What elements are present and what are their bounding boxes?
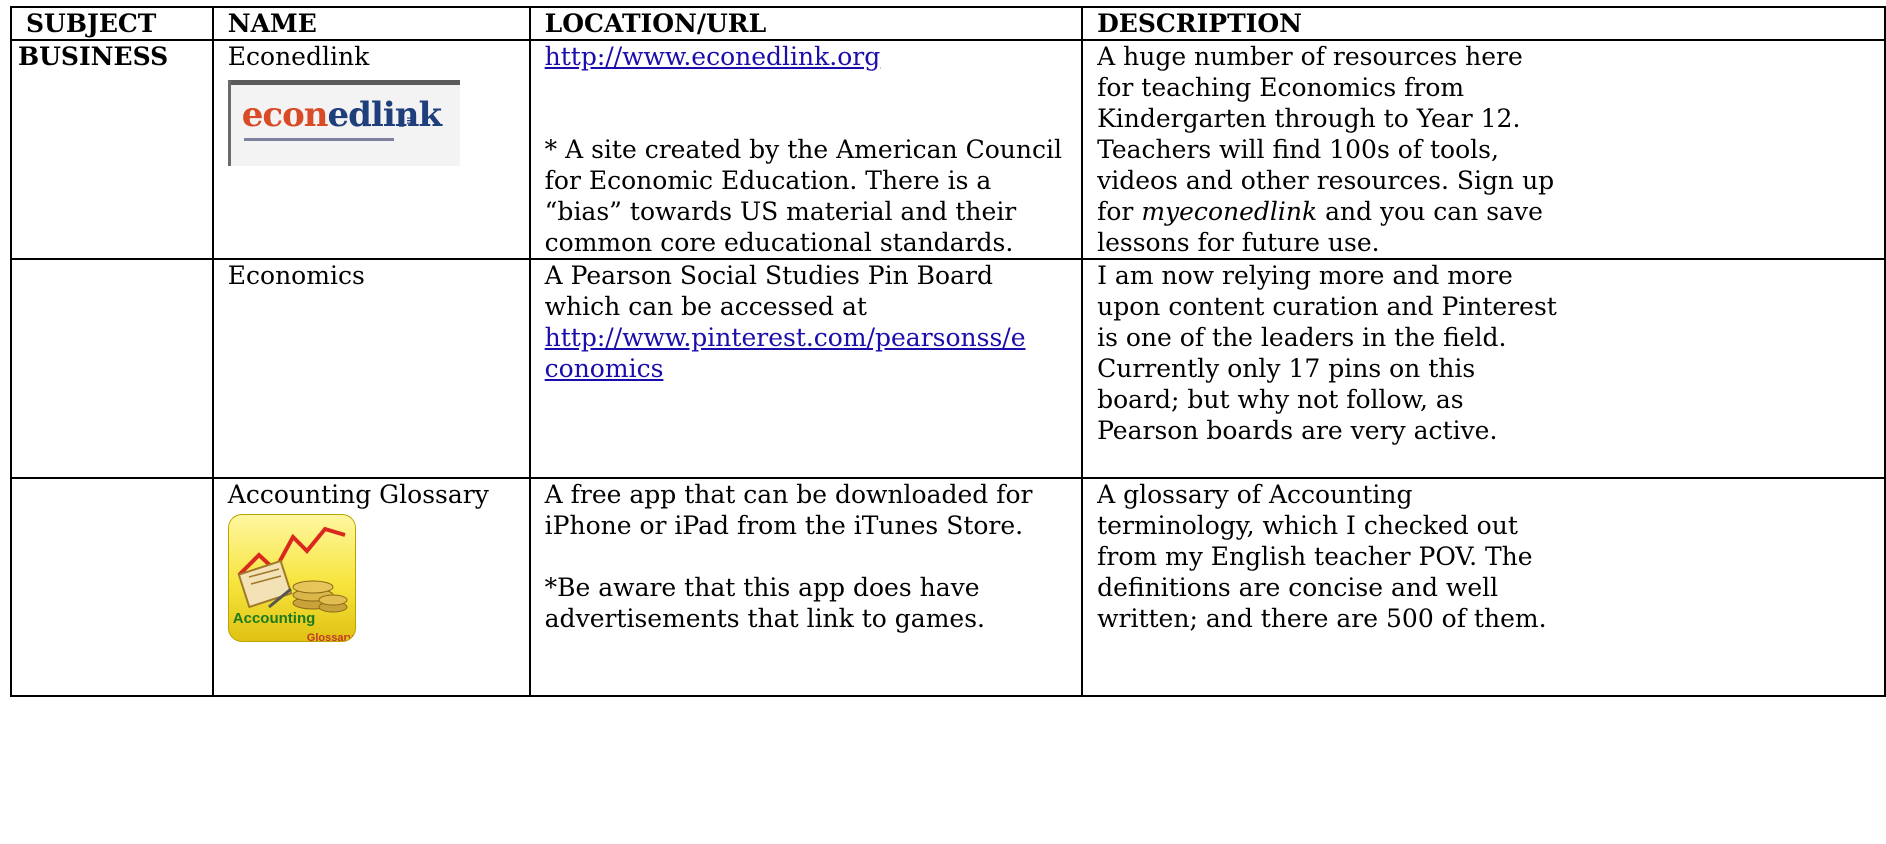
location-line: which can be accessed at xyxy=(544,292,867,321)
description-line: I am now relying more and more xyxy=(1097,261,1513,290)
description-line: Pearson boards are very active. xyxy=(1097,416,1498,445)
header-location: LOCATION/URL xyxy=(528,6,1084,41)
description-line: definitions are concise and well xyxy=(1097,573,1499,602)
description-line: terminology, which I checked out xyxy=(1097,511,1518,540)
location-line: iPhone or iPad from the iTunes Store. xyxy=(544,511,1024,540)
name-cell: Econedlink econedlink ▮≡ xyxy=(211,39,531,260)
description-line: for myeconedlink and you can save xyxy=(1097,197,1543,226)
location-note-line: “bias” towards US material and their xyxy=(544,197,1017,226)
description-line: videos and other resources. Sign up xyxy=(1097,166,1555,195)
location-note-line: advertisements that link to games. xyxy=(544,604,985,633)
description-line: from my English teacher POV. The xyxy=(1097,542,1533,571)
description-line: for teaching Economics from xyxy=(1097,73,1465,102)
resource-name: Economics xyxy=(227,261,365,290)
resource-name: Accounting Glossary xyxy=(227,480,489,509)
header-description: DESCRIPTION xyxy=(1081,6,1886,41)
location-cell: http://www.econedlink.org * A site creat… xyxy=(528,39,1084,260)
header-subject: SUBJECT xyxy=(10,6,214,41)
description-line: A glossary of Accounting xyxy=(1097,480,1413,509)
table-row: Economics A Pearson Social Studies Pin B… xyxy=(10,258,1886,479)
description-cell: A glossary of Accounting terminology, wh… xyxy=(1081,477,1886,697)
econedlink-link[interactable]: http://www.econedlink.org xyxy=(545,42,1080,72)
description-cell: I am now relying more and more upon cont… xyxy=(1081,258,1886,479)
location-note-line: *Be aware that this app does have xyxy=(544,573,980,602)
location-note-line: * A site created by the American Council xyxy=(544,135,1062,164)
description-line: Currently only 17 pins on this xyxy=(1097,354,1476,383)
myeconedlink-emphasis: myeconedlink xyxy=(1141,197,1318,226)
name-cell: Accounting Glossary Accounting Glossary xyxy=(211,477,531,697)
pinterest-link-part1[interactable]: http://www.pinterest.com/pearsonss/e xyxy=(545,322,1080,353)
accounting-glossary-app-icon: Accounting Glossary xyxy=(227,514,356,642)
location-cell: A Pearson Social Studies Pin Board which… xyxy=(528,258,1084,479)
location-cell: A free app that can be downloaded for iP… xyxy=(528,477,1084,697)
description-line: Teachers will find 100s of tools, xyxy=(1097,135,1499,164)
location-note-line: common core educational standards. xyxy=(544,228,1014,257)
description-line: upon content curation and Pinterest xyxy=(1097,292,1557,321)
location-note-line: for Economic Education. There is a xyxy=(544,166,992,195)
resource-name: Econedlink xyxy=(227,42,370,71)
description-cell: A huge number of resources here for teac… xyxy=(1081,39,1886,260)
location-line: A Pearson Social Studies Pin Board xyxy=(544,261,993,290)
description-line: lessons for future use. xyxy=(1097,228,1380,257)
description-line: Kindergarten through to Year 12. xyxy=(1097,104,1521,133)
econedlink-logo: econedlink ▮≡ xyxy=(227,80,460,166)
resource-document: SUBJECT NAME LOCATION/URL DESCRIPTION BU… xyxy=(10,6,1886,697)
name-cell: Economics xyxy=(211,258,531,479)
subject-cell xyxy=(10,258,214,479)
table-row: Accounting Glossary Accounting Glossary … xyxy=(10,477,1886,697)
resource-table: SUBJECT NAME LOCATION/URL DESCRIPTION BU… xyxy=(10,6,1886,697)
subject-cell xyxy=(10,477,214,697)
location-line: A free app that can be downloaded for xyxy=(544,480,1033,509)
description-line: written; and there are 500 of them. xyxy=(1097,604,1547,633)
description-line: A huge number of resources here xyxy=(1097,42,1523,71)
pinterest-link-part2[interactable]: conomics xyxy=(545,353,1080,384)
description-line: board; but why not follow, as xyxy=(1097,385,1464,414)
description-line: is one of the leaders in the field. xyxy=(1097,323,1507,352)
header-name: NAME xyxy=(211,6,531,41)
subject-cell: BUSINESS xyxy=(10,39,214,260)
table-row: BUSINESS Econedlink econedlink ▮≡ http:/… xyxy=(10,39,1886,260)
header-row: SUBJECT NAME LOCATION/URL DESCRIPTION xyxy=(10,6,1886,41)
